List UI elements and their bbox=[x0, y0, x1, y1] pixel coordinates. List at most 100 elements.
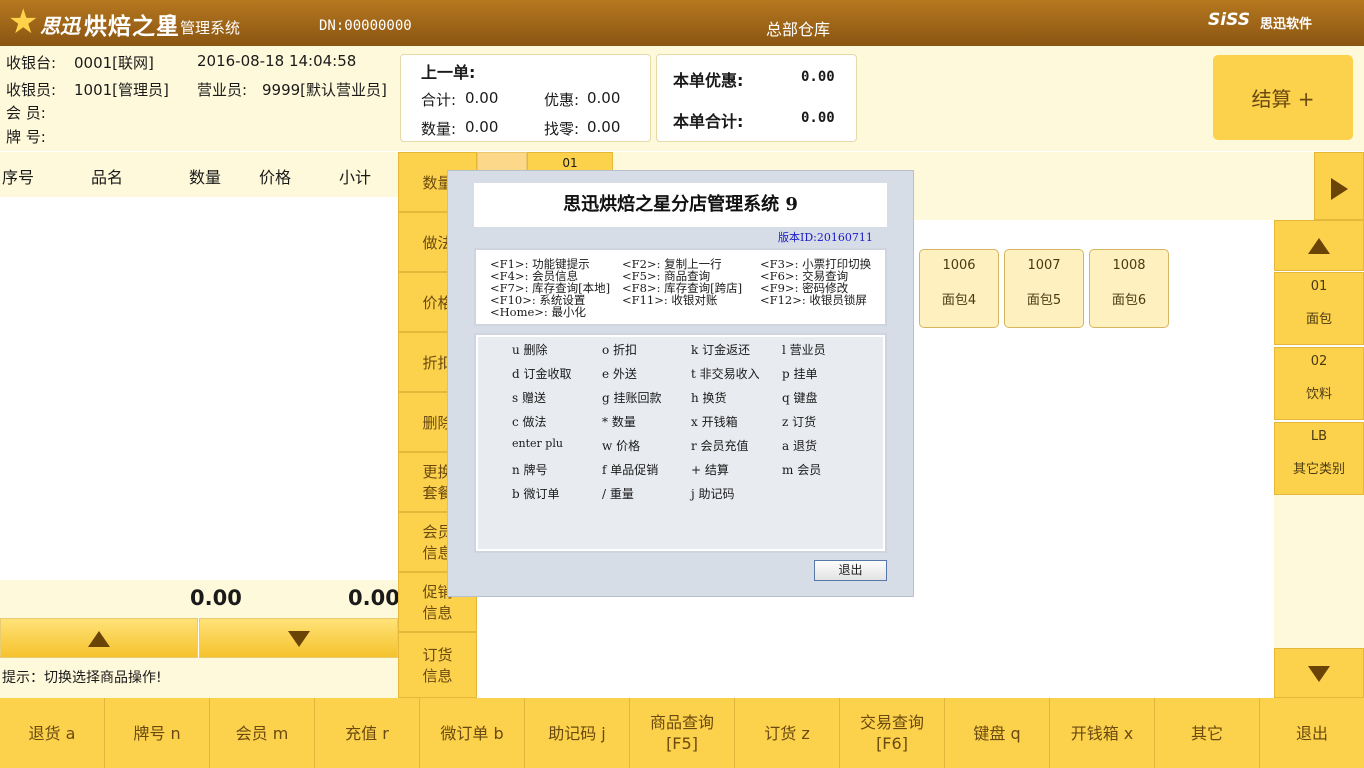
shortcut-item: o 折扣 bbox=[602, 343, 638, 357]
checkout-button[interactable]: 结算 + bbox=[1213, 55, 1353, 140]
category-item[interactable]: LB 其它类别 bbox=[1274, 422, 1364, 495]
product-code: 1006 bbox=[942, 258, 976, 273]
arrow-down-icon bbox=[288, 631, 310, 647]
category-code: 01 bbox=[1310, 279, 1328, 294]
order-table-header: 序号 品名 数量 价格 小计 bbox=[0, 152, 398, 197]
shortcut-item: k 订金返还 bbox=[691, 343, 751, 357]
shortcut-item: * 数量 bbox=[602, 415, 636, 429]
last-total-value: 0.00 bbox=[465, 89, 499, 107]
category-code: LB bbox=[1310, 429, 1328, 444]
fkey-item: <F11>: 收银对账 bbox=[622, 293, 718, 307]
order-table-body[interactable] bbox=[0, 197, 398, 580]
shortcut-item: u 删除 bbox=[512, 343, 548, 357]
warehouse-name: 总部仓库 bbox=[766, 20, 831, 39]
last-discount-value: 0.00 bbox=[587, 89, 621, 107]
last-qty-value: 0.00 bbox=[465, 118, 499, 136]
sales-label: 营业员: bbox=[197, 81, 248, 99]
next-page-button[interactable] bbox=[1314, 152, 1364, 220]
btn-label-2: [F5] bbox=[666, 734, 698, 753]
btn-label: 其它 bbox=[1190, 723, 1223, 743]
last-change-value: 0.00 bbox=[587, 118, 621, 136]
category-code: 02 bbox=[1310, 354, 1328, 369]
arrow-right-icon bbox=[1331, 178, 1348, 200]
shortcut-item: e 外送 bbox=[602, 367, 637, 381]
sales-value: 9999[默认营业员] bbox=[262, 81, 387, 99]
shortcut-item: enter plu bbox=[512, 437, 563, 450]
open-cash-drawer-button[interactable]: 开钱箱 x bbox=[1050, 698, 1155, 768]
current-total-value: 0.00 bbox=[801, 110, 835, 126]
category-empty bbox=[1274, 495, 1364, 648]
fn-label-2: 信息 bbox=[422, 604, 453, 622]
member-label: 会 员: bbox=[6, 104, 46, 122]
btn-label: 键盘 q bbox=[973, 723, 1021, 743]
current-discount-label: 本单优惠: bbox=[673, 71, 744, 90]
shortcut-item: x 开钱箱 bbox=[691, 415, 738, 429]
recharge-button[interactable]: 充值 r bbox=[315, 698, 420, 768]
vendor-name: 思迅软件 bbox=[1260, 17, 1313, 32]
btn-label: 开钱箱 x bbox=[1070, 723, 1134, 743]
brand-name: 思迅 bbox=[40, 14, 80, 38]
shortcut-item: b 微订单 bbox=[512, 487, 560, 501]
title-bar: ★ 思迅 烘焙之星 9 管理系统 DN:00000000 总部仓库 SiSS 思… bbox=[0, 0, 1364, 46]
last-order-title: 上一单: bbox=[421, 63, 476, 82]
transaction-query-button[interactable]: 交易查询 [F6] bbox=[840, 698, 945, 768]
cashier-label: 收银员: bbox=[6, 81, 57, 99]
last-order-box: 上一单: 合计: 0.00 优惠: 0.00 数量: 0.00 找零: 0.00 bbox=[400, 54, 651, 142]
shortcut-item: m 会员 bbox=[782, 463, 822, 477]
dialog-exit-button[interactable]: 退出 bbox=[814, 560, 887, 581]
btn-label: 退货 a bbox=[28, 723, 76, 743]
cashier-desk-value: 0001[联网] bbox=[74, 54, 154, 72]
arrow-up-icon bbox=[88, 631, 110, 647]
shortcut-item: s 赠送 bbox=[512, 391, 546, 405]
return-button[interactable]: 退货 a bbox=[0, 698, 105, 768]
exit-button[interactable]: 退出 bbox=[1260, 698, 1364, 768]
micro-order-button[interactable]: 微订单 b bbox=[420, 698, 525, 768]
total-amount: 0.00 bbox=[348, 586, 400, 610]
col-seq: 序号 bbox=[2, 168, 35, 187]
current-order-box: 本单优惠: 0.00 本单合计: 0.00 bbox=[656, 54, 857, 142]
shortcut-item: a 退货 bbox=[782, 439, 817, 453]
product-card[interactable]: 1006 面包4 bbox=[919, 249, 999, 328]
shortcut-item: p 挂单 bbox=[782, 367, 818, 381]
last-change-label: 找零: bbox=[544, 120, 580, 138]
last-discount-label: 优惠: bbox=[544, 91, 580, 109]
btn-label: 牌号 n bbox=[133, 723, 181, 743]
btn-label: 会员 m bbox=[235, 723, 289, 743]
shortcut-item: q 键盘 bbox=[782, 391, 818, 405]
last-total-label: 合计: bbox=[421, 91, 457, 109]
shortcut-item: c 做法 bbox=[512, 415, 547, 429]
product-query-button[interactable]: 商品查询 [F5] bbox=[630, 698, 735, 768]
product-code: 1008 bbox=[1112, 258, 1146, 273]
fn-order-info-button[interactable]: 订货 信息 bbox=[398, 632, 477, 698]
shortcut-item: + 结算 bbox=[691, 463, 729, 477]
btn-label: 商品查询 bbox=[649, 713, 714, 732]
category-name: 饮料 bbox=[1305, 387, 1332, 402]
shortcut-item: n 牌号 bbox=[512, 463, 548, 477]
category-up-button[interactable] bbox=[1274, 220, 1364, 271]
scroll-down-button[interactable] bbox=[199, 618, 398, 658]
total-qty: 0.00 bbox=[190, 586, 242, 610]
btn-label: 助记码 j bbox=[548, 723, 606, 743]
dialog-title: 思迅烘焙之星分店管理系统 9 bbox=[474, 183, 887, 227]
mnemonic-button[interactable]: 助记码 j bbox=[525, 698, 630, 768]
cashier-value: 1001[管理员] bbox=[74, 81, 169, 99]
keyboard-button[interactable]: 键盘 q bbox=[945, 698, 1050, 768]
product-code: 1007 bbox=[1027, 258, 1061, 273]
scroll-up-button[interactable] bbox=[0, 618, 198, 658]
device-number: DN:00000000 bbox=[319, 18, 412, 34]
tag-number-button[interactable]: 牌号 n bbox=[105, 698, 210, 768]
info-panel: 收银台: 0001[联网] 2016-08-18 14:04:58 收银员: 1… bbox=[0, 46, 1364, 151]
category-down-button[interactable] bbox=[1274, 648, 1364, 698]
help-dialog: 思迅烘焙之星分店管理系统 9 版本ID:20160711 <F1>: 功能键提示… bbox=[447, 170, 914, 597]
col-name: 品名 bbox=[91, 168, 124, 187]
category-item[interactable]: 01 面包 bbox=[1274, 272, 1364, 345]
shortcut-item: r 会员充值 bbox=[691, 439, 749, 453]
other-button[interactable]: 其它 bbox=[1155, 698, 1260, 768]
product-card[interactable]: 1008 面包6 bbox=[1089, 249, 1169, 328]
btn-label: 订货 z bbox=[764, 723, 810, 743]
member-button[interactable]: 会员 m bbox=[210, 698, 315, 768]
current-total-label: 本单合计: bbox=[673, 112, 744, 131]
category-item[interactable]: 02 饮料 bbox=[1274, 347, 1364, 420]
product-card[interactable]: 1007 面包5 bbox=[1004, 249, 1084, 328]
order-button[interactable]: 订货 z bbox=[735, 698, 840, 768]
